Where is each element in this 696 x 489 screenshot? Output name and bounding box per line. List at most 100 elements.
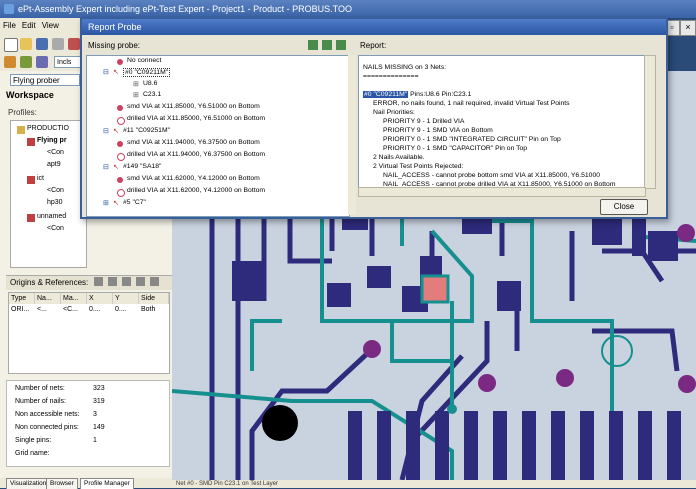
profile-select[interactable]: Flying prober (10, 74, 80, 86)
no-connect-icon (117, 59, 123, 65)
menu-edit[interactable]: Edit (19, 18, 39, 33)
folder-icon (17, 126, 25, 134)
list-item[interactable]: #0 "C09211M" (123, 68, 171, 77)
net-expand-icon[interactable]: ⊟ (103, 68, 109, 76)
test-point-ring (601, 335, 633, 367)
list-item[interactable]: #5 "C7" (123, 199, 146, 206)
close-button[interactable]: Close (600, 199, 648, 215)
via (556, 369, 574, 387)
report-vertical-scrollbar[interactable] (644, 55, 656, 189)
tree-item[interactable]: <Con (47, 149, 64, 156)
column-header[interactable]: Side (139, 293, 169, 304)
net-expand-icon[interactable]: ⊟ (103, 127, 109, 135)
column-header[interactable]: Type (9, 293, 35, 304)
report-line: PRIORITY 0 - 1 SMD "CAPACITOR" Pin on To… (383, 145, 528, 152)
report-text[interactable]: NAILS MISSING on 3 Nets: ============== … (358, 55, 646, 189)
list-scrollbar[interactable] (348, 55, 356, 215)
new-file-icon[interactable] (4, 38, 18, 52)
report-net-pins: Pins:U8.6 Pin:C23.1 (408, 91, 472, 98)
table-cell[interactable]: <... (35, 306, 47, 313)
tree-item[interactable]: <Con (47, 225, 64, 232)
net-expand-icon[interactable]: ⊞ (103, 199, 109, 207)
list-item[interactable]: smd VIA at X11.85000, Y6.51000 on Bottom (127, 103, 260, 110)
via (678, 375, 696, 393)
tree-item[interactable]: Flying pr (37, 137, 67, 144)
delete-origin-icon[interactable] (136, 277, 145, 286)
pin-icon: ⊞ (133, 92, 139, 99)
pad (232, 261, 262, 301)
open-folder-icon[interactable] (20, 38, 32, 50)
tab-profile-manager[interactable]: Profile Manager (80, 478, 134, 489)
origins-table: Type Na... Ma... X Y Side ORI... <... <C… (8, 292, 170, 374)
list-item[interactable]: smd VIA at X11.62000, Y4.12000 on Bottom (127, 175, 260, 182)
column-header[interactable]: X (87, 293, 113, 304)
move-origin-icon[interactable] (108, 277, 117, 286)
pad (497, 281, 521, 311)
check-icon[interactable] (20, 56, 32, 68)
column-header[interactable]: Na... (35, 293, 61, 304)
tab-browser[interactable]: Browser (46, 478, 78, 489)
save-icon[interactable] (36, 38, 48, 50)
bottom-tab-bar: Visualization Browser Profile Manager (0, 478, 172, 489)
list-item[interactable]: drilled VIA at X11.85000, Y6.51000 on Bo… (127, 115, 265, 122)
pad (406, 411, 420, 480)
column-header[interactable]: Y (113, 293, 139, 304)
stat-value: 323 (93, 385, 105, 392)
pad (522, 411, 536, 480)
list-item[interactable]: smd VIA at X11.94000, Y6.37500 on Bottom (127, 139, 260, 146)
table-cell[interactable]: <C... (61, 306, 78, 313)
tree-item[interactable]: hp30 (47, 199, 63, 206)
menu-view[interactable]: View (39, 18, 62, 33)
table-cell[interactable]: 0.... (87, 306, 101, 313)
tab-visualization[interactable]: Visualization (6, 478, 51, 489)
collapse-all-icon[interactable] (322, 40, 332, 50)
via (478, 374, 496, 392)
tree-item[interactable]: PRODUCTIO (27, 125, 69, 132)
mounting-hole (262, 405, 298, 441)
list-item[interactable]: drilled VIA at X11.62000, Y4.12000 on Bo… (127, 187, 265, 194)
close-app-button[interactable]: × (680, 20, 696, 36)
probe-icon[interactable] (36, 56, 48, 68)
tree-item[interactable]: <Con (47, 187, 64, 194)
drilled-via-icon (117, 189, 125, 197)
table-cell[interactable]: 0.... (113, 306, 127, 313)
table-cell[interactable]: ORI... (9, 306, 29, 313)
settings-origin-icon[interactable] (150, 277, 159, 286)
profiles-tree: PRODUCTIO Flying pr <Con apt9 ict <Con h… (10, 120, 87, 268)
report-line: NAIL_ACCESS - cannot probe bottom smd VI… (383, 172, 601, 179)
dialog-title: Report Probe (88, 22, 142, 32)
list-item[interactable]: No connect (127, 57, 161, 64)
table-cell[interactable]: Both (139, 306, 155, 313)
column-header[interactable]: Ma... (61, 293, 87, 304)
app-logo-icon (4, 4, 14, 14)
list-item[interactable]: drilled VIA at X11.94000, Y6.37500 on Bo… (127, 151, 265, 158)
smd-via-icon (117, 105, 123, 111)
list-item[interactable]: #11 "C09251M" (123, 127, 170, 134)
stat-label: Number of nets: (15, 385, 65, 392)
list-item[interactable]: U8.6 (143, 80, 157, 87)
list-item[interactable]: C23.1 (143, 91, 161, 98)
pad (327, 283, 351, 307)
pad (551, 411, 565, 480)
export-icon[interactable] (336, 40, 346, 50)
expand-all-icon[interactable] (308, 40, 318, 50)
net-expand-icon[interactable]: ⊟ (103, 163, 109, 171)
tool-icon[interactable] (4, 56, 16, 68)
list-item[interactable]: #149 "SA18" (123, 163, 161, 170)
add-origin-icon[interactable] (94, 277, 103, 286)
stat-value: 3 (93, 411, 97, 418)
missing-probe-list[interactable]: No connect ⊟ ↖ #0 "C09211M" ⊞ U8.6 ⊞ C23… (86, 55, 350, 217)
toolbar-main (0, 35, 84, 53)
edit-origin-icon[interactable] (122, 277, 131, 286)
toolbar-field[interactable]: Incls (54, 56, 82, 68)
report-horizontal-scrollbar[interactable] (358, 187, 646, 197)
copy-icon[interactable] (52, 38, 64, 50)
dialog-title-bar[interactable]: Report Probe (82, 19, 666, 35)
report-line: PRIORITY 0 - 1 SMD "INTEGRATED CIRCUIT" … (383, 136, 561, 143)
delete-icon[interactable] (68, 38, 80, 50)
tree-item[interactable]: unnamed (37, 213, 66, 220)
tree-item[interactable]: apt9 (47, 161, 61, 168)
tree-item[interactable]: ict (37, 175, 44, 182)
menu-file[interactable]: File (0, 18, 19, 33)
report-line: NAILS MISSING on 3 Nets: (363, 64, 447, 71)
